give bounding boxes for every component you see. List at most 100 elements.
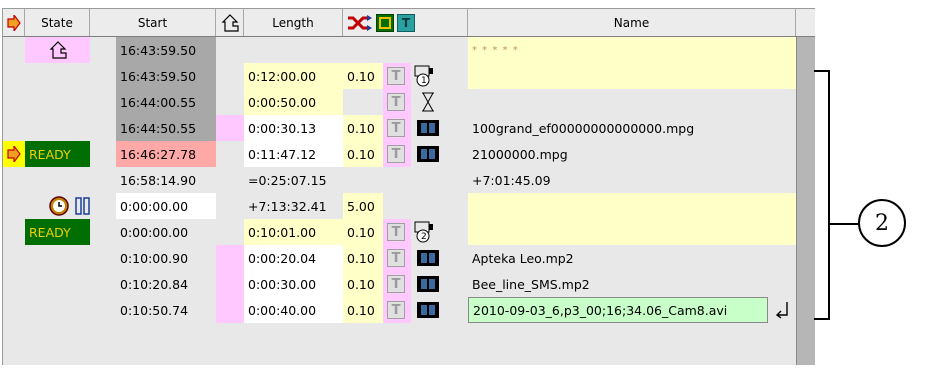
state-cell (25, 193, 116, 219)
current-marker-header[interactable] (3, 9, 25, 36)
header-length[interactable]: Length (244, 9, 343, 36)
start-cell: 16:43:59.50 (116, 37, 216, 63)
header-start[interactable]: Start (90, 9, 216, 36)
table-row[interactable]: 16:44:50.55 0:00:30.13 0.10 T 100grand_e… (3, 115, 815, 141)
arrow-right-icon (7, 146, 21, 162)
length-cell: 0:12:00.00 (244, 63, 343, 89)
start-cell: 16:46:27.78 (116, 141, 216, 167)
status-badge: READY (25, 141, 90, 167)
name-cell: * * * * * (468, 37, 796, 63)
text-button[interactable]: T (387, 93, 405, 111)
anchor-cell (216, 245, 244, 271)
film-icon (417, 146, 439, 162)
film-cell (413, 245, 443, 271)
shuffle-icon[interactable] (347, 14, 373, 31)
table-row[interactable]: 16:43:59.50 * * * * * (3, 37, 815, 63)
length-cell: =0:25:07.15 (248, 172, 327, 188)
name-cell: +7:01:45.09 (472, 172, 551, 188)
repeat-icon[interactable] (376, 13, 394, 32)
header-anchor[interactable] (216, 9, 244, 36)
start-cell: 0:00:00.00 (120, 224, 189, 240)
callout-leader (830, 223, 858, 225)
block-number-label: 2 (421, 232, 427, 242)
table-row[interactable]: 0:10:20.84 0:00:30.00 0.10 T Bee_line_SM… (3, 271, 815, 297)
arrow-right-icon (6, 14, 21, 31)
start-cell: 0:10:20.84 (120, 276, 189, 292)
film-icon (417, 120, 439, 136)
name-cell: Apteka Leo.mp2 (472, 250, 574, 266)
block-cell: 1 (413, 63, 453, 89)
return-icon (775, 302, 788, 319)
name-cell (468, 219, 796, 245)
rate-cell: 5.00 (343, 193, 383, 219)
text-button[interactable]: T (387, 119, 405, 137)
film-cell (413, 297, 443, 323)
text-button[interactable]: T (387, 67, 405, 85)
return-cell (771, 297, 795, 323)
table-row[interactable]: 16:44:00.55 0:00:50.00 T (3, 89, 815, 115)
film-cell (413, 115, 443, 141)
length-cell: 0:00:20.04 (244, 245, 343, 271)
text-button[interactable]: T (387, 275, 405, 293)
name-cell (468, 193, 796, 219)
start-cell: 16:44:00.55 (116, 89, 216, 115)
table-row[interactable]: 16:58:14.90 =0:25:07.15 +7:01:45.09 (3, 167, 815, 193)
anchor-cell (216, 297, 244, 323)
hourglass-icon (422, 92, 434, 112)
start-cell: 0:00:00.00 (116, 193, 216, 219)
name-cell: 100grand_ef00000000000000.mpg (472, 120, 695, 136)
text-button[interactable]: T (387, 223, 405, 241)
header-state[interactable]: State (25, 9, 90, 36)
callout-number: 2 (858, 199, 906, 247)
tcell: T (383, 219, 411, 245)
text-button[interactable]: T (387, 145, 405, 163)
rate-cell: 0.10 (343, 271, 383, 297)
tcell: T (383, 89, 411, 115)
rate-cell: 0.10 (343, 297, 383, 323)
length-cell: 0:10:01.00 (244, 219, 343, 245)
table-row[interactable]: 0:10:50.74 0:00:40.00 0.10 T 2010-09-03_… (3, 297, 815, 323)
table-row[interactable]: 0:10:00.90 0:00:20.04 0.10 T Apteka Leo.… (3, 245, 815, 271)
tcell: T (383, 141, 411, 167)
table-row[interactable]: 0:00:00.00 +7:13:32.41 5.00 (3, 193, 815, 219)
table-row[interactable]: 16:43:59.50 0:12:00.00 0.10 T 1 (3, 63, 815, 89)
block-number-label: 1 (421, 76, 427, 86)
callout-bracket (814, 70, 830, 320)
rate-cell: 0.10 (343, 245, 383, 271)
header-name[interactable]: Name (468, 9, 796, 36)
status-badge: READY (25, 219, 90, 245)
vertical-scrollbar[interactable] (796, 37, 815, 365)
start-cell: 16:43:59.50 (116, 63, 216, 89)
length-cell: 0:11:47.12 (244, 141, 343, 167)
rate-cell: 0.10 (343, 141, 383, 167)
anchor-cell (216, 115, 244, 141)
length-cell: 0:00:30.13 (244, 115, 343, 141)
anchor-up-icon (49, 41, 67, 59)
name-cell: Bee_line_SMS.mp2 (472, 276, 590, 292)
anchor-up-icon (221, 13, 239, 32)
text-button[interactable]: T (387, 249, 405, 267)
table-row[interactable]: READY 0:00:00.00 0:10:01.00 0.10 T 2 (3, 219, 815, 245)
block-cell: 2 (413, 219, 453, 245)
text-button[interactable]: T (387, 301, 405, 319)
name-cell: 21000000.mpg (472, 146, 568, 162)
table-row[interactable]: READY 16:46:27.78 0:11:47.12 0.10 T 2100… (3, 141, 815, 167)
state-cell (25, 37, 90, 63)
film-icon (417, 302, 439, 318)
current-marker (3, 141, 25, 167)
tcell: T (383, 63, 411, 89)
header-tools: T (343, 9, 468, 36)
name-cell[interactable]: 2010-09-03_6,p3_00;16;34.06_Cam8.avi (468, 297, 768, 323)
film-icon (417, 250, 439, 266)
tcell: T (383, 245, 411, 271)
rate-cell: 0.10 (343, 219, 383, 245)
length-cell: 0:00:50.00 (244, 89, 343, 115)
rate-cell: 0.10 (343, 63, 383, 89)
length-cell: +7:13:32.41 (248, 198, 327, 214)
text-toggle-icon[interactable]: T (397, 13, 415, 32)
column-header: State Start Length T Name (3, 9, 815, 37)
tcell: T (383, 271, 411, 297)
start-cell: 0:10:50.74 (120, 302, 189, 318)
hourglass-cell (413, 89, 443, 115)
start-cell: 16:58:14.90 (120, 172, 197, 188)
